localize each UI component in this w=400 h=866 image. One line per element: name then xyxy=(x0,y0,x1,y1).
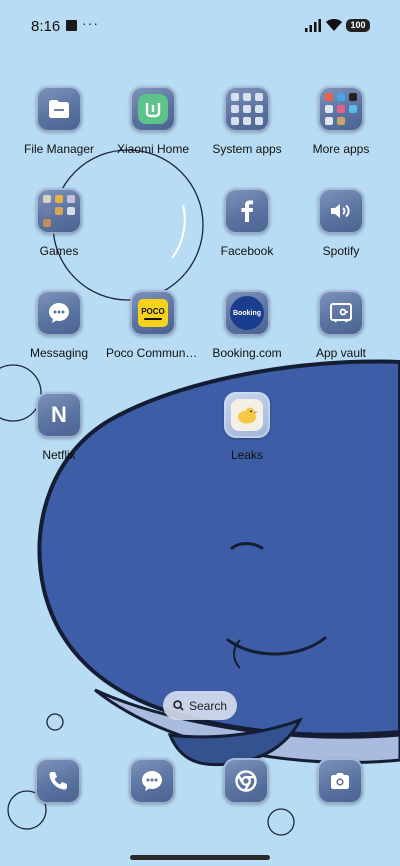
app-poco-community[interactable]: POCO Poco Communi… xyxy=(106,290,200,360)
app-label: Netflix xyxy=(42,448,76,462)
app-label: File Manager xyxy=(23,142,95,156)
poco-community-icon: POCO xyxy=(130,290,176,336)
app-leaks[interactable]: Leaks xyxy=(200,392,294,462)
search-button[interactable]: Search xyxy=(163,691,237,720)
messaging-icon xyxy=(36,290,82,336)
facebook-icon xyxy=(224,188,270,234)
app-facebook[interactable]: Facebook xyxy=(200,188,294,258)
system-apps-folder-icon xyxy=(224,86,270,132)
messages-icon[interactable] xyxy=(129,758,175,804)
spotify-icon xyxy=(318,188,364,234)
battery-indicator: 100 xyxy=(346,19,370,32)
poco-logo-text: POCO xyxy=(141,306,165,316)
search-icon xyxy=(173,700,184,711)
dock xyxy=(0,758,400,808)
app-label: Messaging xyxy=(29,346,89,360)
search-label: Search xyxy=(188,698,228,713)
status-bar: 8:16 ··· 100 xyxy=(0,0,400,52)
wifi-icon xyxy=(326,19,342,31)
home-indicator[interactable] xyxy=(130,855,270,860)
app-label: Facebook xyxy=(220,244,274,258)
xiaomi-home-icon xyxy=(130,86,176,132)
leaks-icon xyxy=(224,392,270,438)
app-system-apps-folder[interactable]: System apps xyxy=(200,86,294,156)
more-apps-folder-icon xyxy=(318,86,364,132)
app-messaging[interactable]: Messaging xyxy=(12,290,106,360)
app-label: Booking.com xyxy=(212,346,282,360)
more-notifications-icon: ··· xyxy=(82,15,99,31)
netflix-logo-letter: N xyxy=(51,402,67,427)
booking-icon: Booking xyxy=(224,290,270,336)
app-games-folder[interactable]: Games xyxy=(12,188,106,258)
app-label: App vault xyxy=(315,346,367,360)
netflix-icon: N xyxy=(36,392,82,438)
chrome-icon[interactable] xyxy=(223,758,269,804)
phone-icon[interactable] xyxy=(35,758,81,804)
app-label: Leaks xyxy=(230,448,264,462)
file-manager-icon xyxy=(36,86,82,132)
app-label: Spotify xyxy=(322,244,360,258)
app-more-apps-folder[interactable]: More apps xyxy=(294,86,388,156)
games-folder-icon xyxy=(36,188,82,234)
app-label: Games xyxy=(39,244,79,258)
app-label: System apps xyxy=(212,142,282,156)
app-xiaomi-home[interactable]: Xiaomi Home xyxy=(106,86,200,156)
booking-logo-text: Booking xyxy=(233,309,261,317)
app-label: More apps xyxy=(312,142,370,156)
app-label: Xiaomi Home xyxy=(116,142,190,156)
app-file-manager[interactable]: File Manager xyxy=(12,86,106,156)
camera-icon[interactable] xyxy=(317,758,363,804)
app-netflix[interactable]: N Netflix xyxy=(12,392,106,462)
signal-icon xyxy=(305,19,321,32)
status-time: 8:16 xyxy=(31,18,61,35)
app-spotify[interactable]: Spotify xyxy=(294,188,388,258)
notification-icon xyxy=(66,20,77,31)
app-label: Poco Communi… xyxy=(106,346,200,360)
app-app-vault[interactable]: App vault xyxy=(294,290,388,360)
app-booking[interactable]: Booking Booking.com xyxy=(200,290,294,360)
app-vault-icon xyxy=(318,290,364,336)
